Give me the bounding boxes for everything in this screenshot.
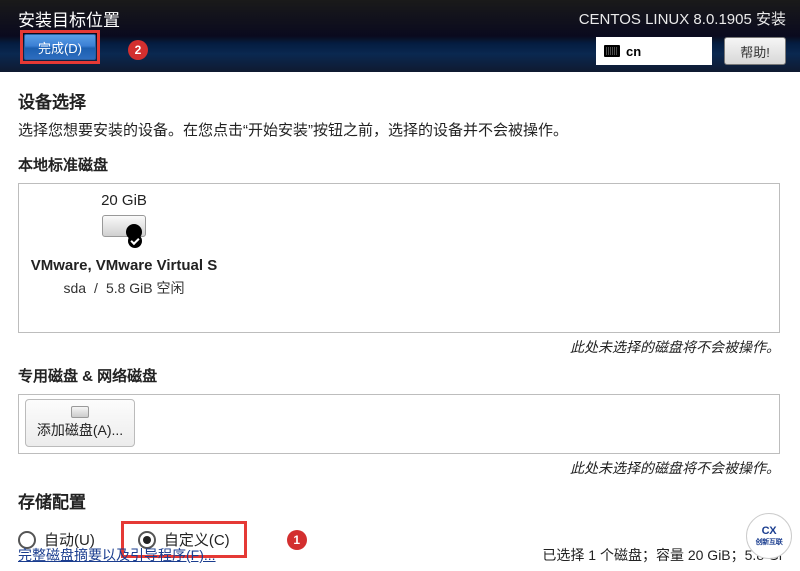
device-section-desc: 选择您想要安装的设备。在您点击“开始安装”按钮之前，选择的设备并不会被操作。 (18, 119, 782, 140)
disk-dev: sda (63, 280, 86, 296)
header-right: CENTOS LINUX 8.0.1905 安装 cn 帮助! (579, 8, 786, 65)
special-disks-area: 添加磁盘(A)... (18, 394, 780, 454)
disk-capacity: 20 GiB (29, 192, 219, 209)
disk-name: VMware, VMware Virtual S (29, 257, 219, 274)
add-disk-button[interactable]: 添加磁盘(A)... (25, 399, 135, 447)
small-disk-icon (71, 406, 89, 418)
help-button[interactable]: 帮助! (724, 37, 786, 65)
keyboard-icon (604, 45, 620, 57)
unselected-hint-1: 此处未选择的磁盘将不会被操作。 (18, 337, 780, 357)
done-button[interactable]: 完成(D) (24, 34, 96, 60)
page-title: 安装目标位置 (18, 6, 120, 31)
storage-config-title: 存储配置 (18, 488, 782, 513)
header-bar: 安装目标位置 完成(D) 2 CENTOS LINUX 8.0.1905 安装 … (0, 0, 800, 72)
done-highlight: 完成(D) (20, 30, 100, 64)
disk-subinfo: sda/5.8 GiB 空闲 (29, 278, 219, 298)
selected-disk-info: 已选择 1 个磁盘；容量 20 GiB；5.8 Gi (542, 545, 782, 565)
watermark-logo: CX创新互联 (746, 513, 792, 559)
full-disk-summary-link[interactable]: 完整磁盘摘要以及引导程序(F)... (18, 545, 216, 565)
keyboard-layout-label: cn (626, 44, 641, 59)
check-icon (128, 234, 142, 248)
installer-subtitle: CENTOS LINUX 8.0.1905 安装 (579, 8, 786, 29)
footer-bar: 完整磁盘摘要以及引导程序(F)... 已选择 1 个磁盘；容量 20 GiB；5… (0, 545, 800, 565)
keyboard-layout-selector[interactable]: cn (596, 37, 712, 65)
add-disk-label: 添加磁盘(A)... (37, 420, 123, 440)
content-area: 设备选择 选择您想要安装的设备。在您点击“开始安装”按钮之前，选择的设备并不会被… (0, 72, 800, 558)
special-disks-title: 专用磁盘 & 网络磁盘 (18, 365, 782, 386)
local-disks-area: 20 GiB VMware, VMware Virtual S sda/5.8 … (18, 183, 780, 333)
device-section-title: 设备选择 (18, 88, 782, 113)
unselected-hint-2: 此处未选择的磁盘将不会被操作。 (18, 458, 780, 478)
disk-free: 5.8 GiB 空闲 (106, 280, 185, 296)
disk-tile-sda[interactable]: 20 GiB VMware, VMware Virtual S sda/5.8 … (29, 192, 219, 298)
hard-disk-icon (102, 215, 146, 245)
annotation-badge-2: 2 (128, 40, 148, 60)
local-disks-title: 本地标准磁盘 (18, 154, 782, 175)
